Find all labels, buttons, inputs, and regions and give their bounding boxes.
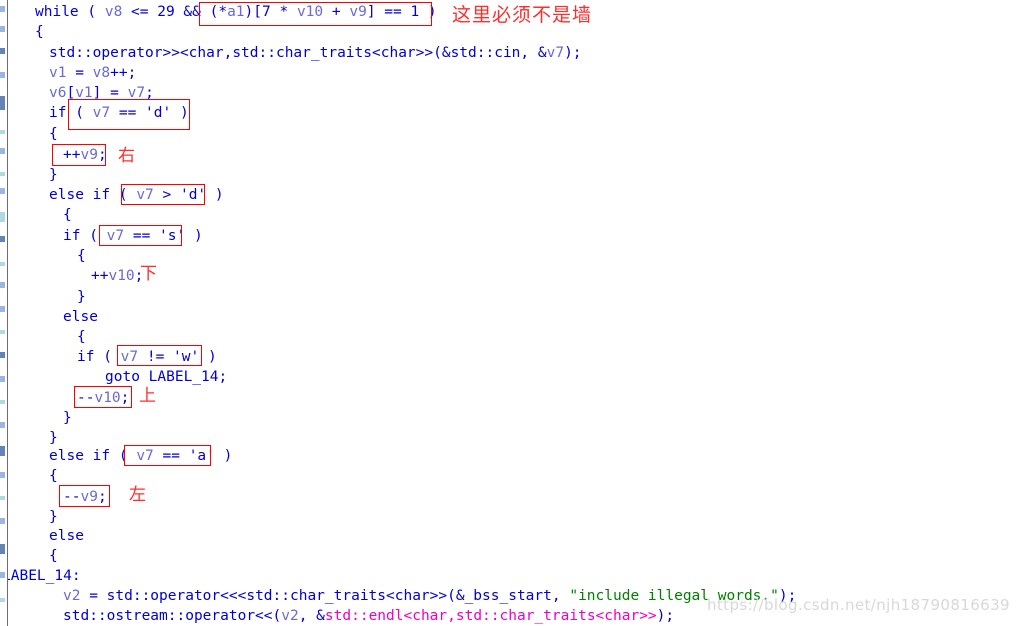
- gutter-mark: [0, 598, 5, 602]
- gutter-mark: [0, 6, 5, 12]
- code-line[interactable]: {: [49, 124, 58, 144]
- gutter-mark: [0, 236, 5, 242]
- code-line[interactable]: std::ostream::operator<<(v2, &std::endl<…: [63, 606, 674, 626]
- gutter-mark: [0, 518, 5, 524]
- code-line[interactable]: v1 = v8++;: [49, 63, 136, 83]
- gutter-mark: [0, 422, 5, 428]
- gutter-mark: [0, 376, 5, 382]
- gutter-mark: [0, 446, 5, 456]
- code-line[interactable]: {: [49, 546, 58, 566]
- code-line[interactable]: --v9;: [63, 487, 107, 507]
- code-line[interactable]: ++v10;: [91, 266, 143, 286]
- code-line[interactable]: {: [63, 205, 72, 225]
- gutter-mark: [0, 352, 5, 358]
- gutter-mark: [0, 148, 5, 154]
- code-area[interactable]: while ( v8 <= 29 && (*a1)[7 * v10 + v9] …: [2, 0, 1018, 626]
- annotation-left: 左: [129, 485, 146, 505]
- gutter-mark: [0, 48, 5, 54]
- gutter-mark: [0, 188, 5, 194]
- code-line[interactable]: --v10;: [77, 388, 129, 408]
- code-line[interactable]: goto LABEL_14;: [105, 367, 227, 387]
- code-line[interactable]: else if ( v7 == 'a' ): [49, 446, 232, 466]
- code-line[interactable]: else: [63, 307, 98, 327]
- annotation-up: 上: [139, 386, 156, 406]
- gutter-mark: [0, 544, 5, 554]
- code-line[interactable]: {: [35, 22, 44, 42]
- code-line[interactable]: if ( v7 != 'w' ): [77, 347, 217, 367]
- code-line[interactable]: if ( v7 == 'd' ): [49, 103, 189, 123]
- code-line[interactable]: else: [49, 526, 84, 546]
- gutter-marker-bar[interactable]: [0, 0, 8, 626]
- code-line[interactable]: while ( v8 <= 29 && (*a1)[7 * v10 + v9] …: [35, 2, 437, 22]
- gutter-mark: [0, 400, 5, 404]
- code-line[interactable]: }: [49, 428, 58, 448]
- code-line[interactable]: }: [49, 507, 58, 527]
- gutter-mark: [0, 496, 5, 500]
- code-line[interactable]: v6[v1] = v7;: [49, 83, 154, 103]
- annotation-wall: 这里必须不是墙: [452, 4, 593, 26]
- code-line[interactable]: {: [49, 466, 58, 486]
- gutter-mark: [0, 330, 5, 334]
- watermark: https://blog.csdn.net/njh18790816639: [706, 596, 1010, 614]
- gutter-mark: [0, 262, 5, 266]
- code-line[interactable]: {: [77, 327, 86, 347]
- gutter-mark: [0, 172, 5, 176]
- gutter-mark: [0, 130, 5, 134]
- code-line[interactable]: ++v9;: [63, 145, 107, 165]
- gutter-mark: [0, 472, 5, 478]
- gutter-mark: [0, 212, 5, 222]
- code-line[interactable]: }: [49, 165, 58, 185]
- code-line[interactable]: std::operator>><char,std::char_traits<ch…: [49, 43, 582, 63]
- gutter-mark: [0, 282, 5, 288]
- code-line[interactable]: }: [63, 408, 72, 428]
- code-line[interactable]: if ( v7 == 's' ): [63, 226, 203, 246]
- gutter-mark: [0, 306, 5, 312]
- gutter-mark: [0, 72, 5, 78]
- code-line[interactable]: }: [77, 287, 86, 307]
- code-line[interactable]: {: [77, 246, 86, 266]
- code-line-label[interactable]: LABEL_14:: [2, 566, 81, 586]
- code-line[interactable]: else if ( v7 > 'd' ): [49, 185, 224, 205]
- annotation-right: 右: [118, 146, 135, 166]
- gutter-mark: [0, 96, 5, 110]
- pseudocode-view: while ( v8 <= 29 && (*a1)[7 * v10 + v9] …: [0, 0, 1018, 626]
- annotation-down: 下: [140, 264, 157, 284]
- gutter-mark: [0, 26, 5, 32]
- gutter-mark: [0, 572, 5, 578]
- code-line[interactable]: v2 = std::operator<<<std::char_traits<ch…: [63, 586, 796, 606]
